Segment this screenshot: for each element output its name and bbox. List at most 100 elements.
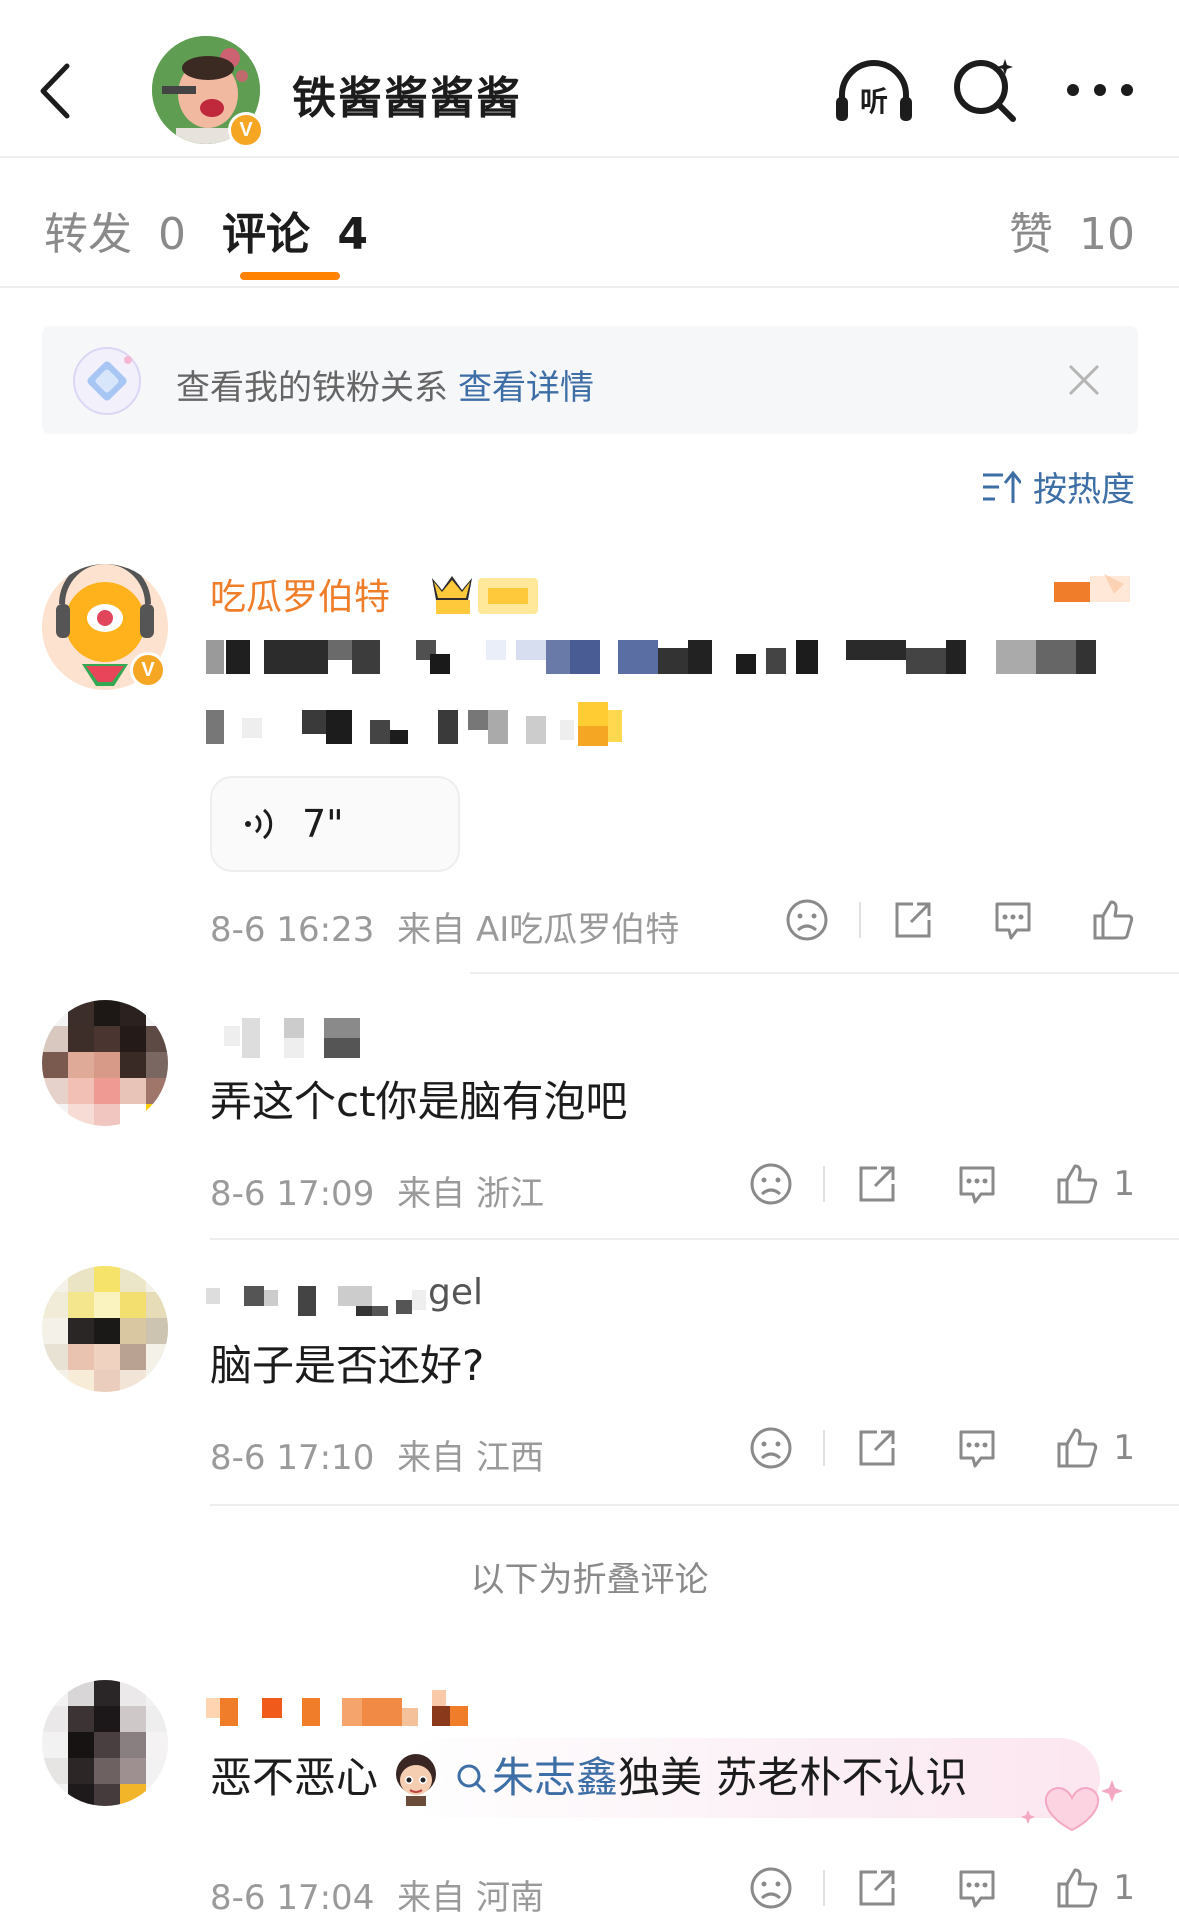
thumbs-up-icon <box>1057 1868 1098 1908</box>
like-count: 1 <box>1113 1868 1135 1908</box>
banner-label: 查看我的铁粉关系 <box>176 368 448 408</box>
comment-meta: 8-6 16:23 来自 AI吃瓜罗伯特 <box>210 902 679 951</box>
comment-text-rest: 独美 苏老朴不认识 <box>618 1753 968 1802</box>
tab-likes-count: 10 <box>1079 209 1135 260</box>
voice-message-button[interactable]: 7" <box>210 776 460 872</box>
mosaic-commenter-name <box>224 1018 360 1058</box>
sort-label: 按热度 <box>1033 470 1135 510</box>
back-button[interactable] <box>30 58 80 124</box>
comment-text-main: 恶不恶心 <box>210 1753 379 1802</box>
tab-comments-label: 评论 <box>222 209 310 260</box>
share-icon <box>895 902 931 938</box>
comment-meta: 8-6 17:04 来自 河南 <box>210 1870 544 1919</box>
listen-button[interactable]: 听 <box>834 52 914 128</box>
reply-button[interactable] <box>955 1162 999 1206</box>
comment-source: 来自 AI吃瓜罗伯特 <box>397 910 680 950</box>
top-bar: V 铁酱酱酱酱 听 <box>0 0 1179 158</box>
svg-text:听: 听 <box>860 85 888 118</box>
author-name[interactable]: 铁酱酱酱酱 <box>292 62 522 126</box>
thumbs-up-icon <box>1057 1428 1098 1468</box>
search-icon <box>457 1764 486 1793</box>
sort-by-hot-button[interactable]: 按热度 <box>981 462 1135 511</box>
fan-badge-icon <box>1054 574 1130 602</box>
sound-wave-icon <box>245 808 273 840</box>
action-divider <box>823 1870 826 1906</box>
view-details-link[interactable]: 查看详情 <box>458 368 594 408</box>
comment-time: 8-6 17:10 <box>210 1438 375 1478</box>
comment-text: 弄这个ct你是脑有泡吧 <box>210 1077 628 1126</box>
comment-divider <box>210 1238 1179 1240</box>
like-button[interactable] <box>1091 898 1135 942</box>
tab-comments-count: 4 <box>337 209 368 260</box>
tab-comments[interactable]: 评论 4 <box>222 198 368 262</box>
comment-text: 恶不恶心 朱志鑫 独美 苏老朴不认识 <box>210 1748 967 1808</box>
more-button[interactable] <box>1060 52 1140 128</box>
search-button[interactable] <box>946 52 1026 128</box>
close-banner-button[interactable] <box>1060 356 1108 404</box>
search-icon <box>954 59 1016 122</box>
action-divider <box>823 1166 826 1202</box>
tab-reposts-count: 0 <box>158 209 186 260</box>
comment-bubble-icon <box>995 902 1031 940</box>
comment-meta: 8-6 17:09 来自 浙江 <box>210 1166 544 1215</box>
comment-divider <box>210 1504 1179 1506</box>
share-icon <box>859 1430 895 1466</box>
dislike-face-icon <box>750 1163 792 1205</box>
comment-actions <box>785 898 1135 942</box>
share-button[interactable] <box>855 1162 899 1206</box>
verified-badge-icon: V <box>228 112 264 148</box>
comment-meta: 8-6 17:10 来自 江西 <box>210 1430 544 1479</box>
heart-sparkle-icon <box>1021 1780 1123 1832</box>
share-button[interactable] <box>855 1426 899 1470</box>
banner-text: 查看我的铁粉关系 查看详情 <box>176 360 594 409</box>
dislike-face-icon <box>750 1867 792 1909</box>
share-button[interactable] <box>891 898 935 942</box>
tab-reposts[interactable]: 转发 0 <box>44 198 186 262</box>
comment-time: 8-6 16:23 <box>210 910 375 950</box>
reply-button[interactable] <box>955 1866 999 1910</box>
diamond-icon <box>72 346 142 416</box>
mosaic-commenter-name <box>206 1690 468 1726</box>
active-tab-indicator <box>240 272 340 280</box>
comment-bubble-icon <box>959 1430 995 1468</box>
close-icon <box>1068 364 1100 396</box>
topic-name: 朱志鑫 <box>492 1753 619 1802</box>
commenter-avatar[interactable] <box>42 1266 168 1392</box>
like-button[interactable]: 1 <box>1055 1426 1135 1470</box>
dislike-button[interactable] <box>785 898 829 942</box>
more-icon <box>1067 84 1133 96</box>
mosaic-commenter-name <box>206 1286 426 1316</box>
iron-fan-banner: 查看我的铁粉关系 查看详情 <box>42 326 1138 434</box>
tab-reposts-label: 转发 <box>44 209 132 260</box>
reply-button[interactable] <box>955 1426 999 1470</box>
share-icon <box>859 1870 895 1906</box>
comment-source: 来自 江西 <box>397 1438 544 1478</box>
reply-button[interactable] <box>991 898 1035 942</box>
verified-badge-icon: V <box>130 652 166 688</box>
mosaic-comment-text <box>206 640 1096 746</box>
voice-duration: 7" <box>302 802 344 846</box>
commenter-name-suffix[interactable]: gel <box>428 1272 483 1313</box>
topic-link[interactable]: 朱志鑫 <box>454 1748 618 1808</box>
dislike-button[interactable] <box>749 1162 793 1206</box>
like-button[interactable]: 1 <box>1055 1866 1135 1910</box>
share-button[interactable] <box>855 1866 899 1910</box>
comment-source: 来自 浙江 <box>397 1174 544 1214</box>
folded-comments-notice[interactable]: 以下为折叠评论 <box>0 1552 1179 1601</box>
dislike-face-icon <box>750 1427 792 1469</box>
like-count: 1 <box>1113 1428 1135 1468</box>
commenter-avatar[interactable] <box>42 1000 168 1126</box>
like-button[interactable]: 1 <box>1055 1162 1135 1206</box>
like-count: 1 <box>1113 1164 1135 1204</box>
commenter-name[interactable]: 吃瓜罗伯特 <box>210 568 390 620</box>
dislike-button[interactable] <box>749 1426 793 1470</box>
comment-time: 8-6 17:09 <box>210 1174 375 1214</box>
action-divider <box>823 1430 826 1466</box>
vip-crown-icon <box>432 576 538 614</box>
commenter-avatar[interactable] <box>42 1680 168 1806</box>
dislike-button[interactable] <box>749 1866 793 1910</box>
dislike-face-icon <box>786 899 828 941</box>
thumbs-up-icon <box>1093 900 1134 940</box>
tab-likes[interactable]: 赞 10 <box>1009 198 1135 262</box>
comment-divider <box>470 972 1179 974</box>
